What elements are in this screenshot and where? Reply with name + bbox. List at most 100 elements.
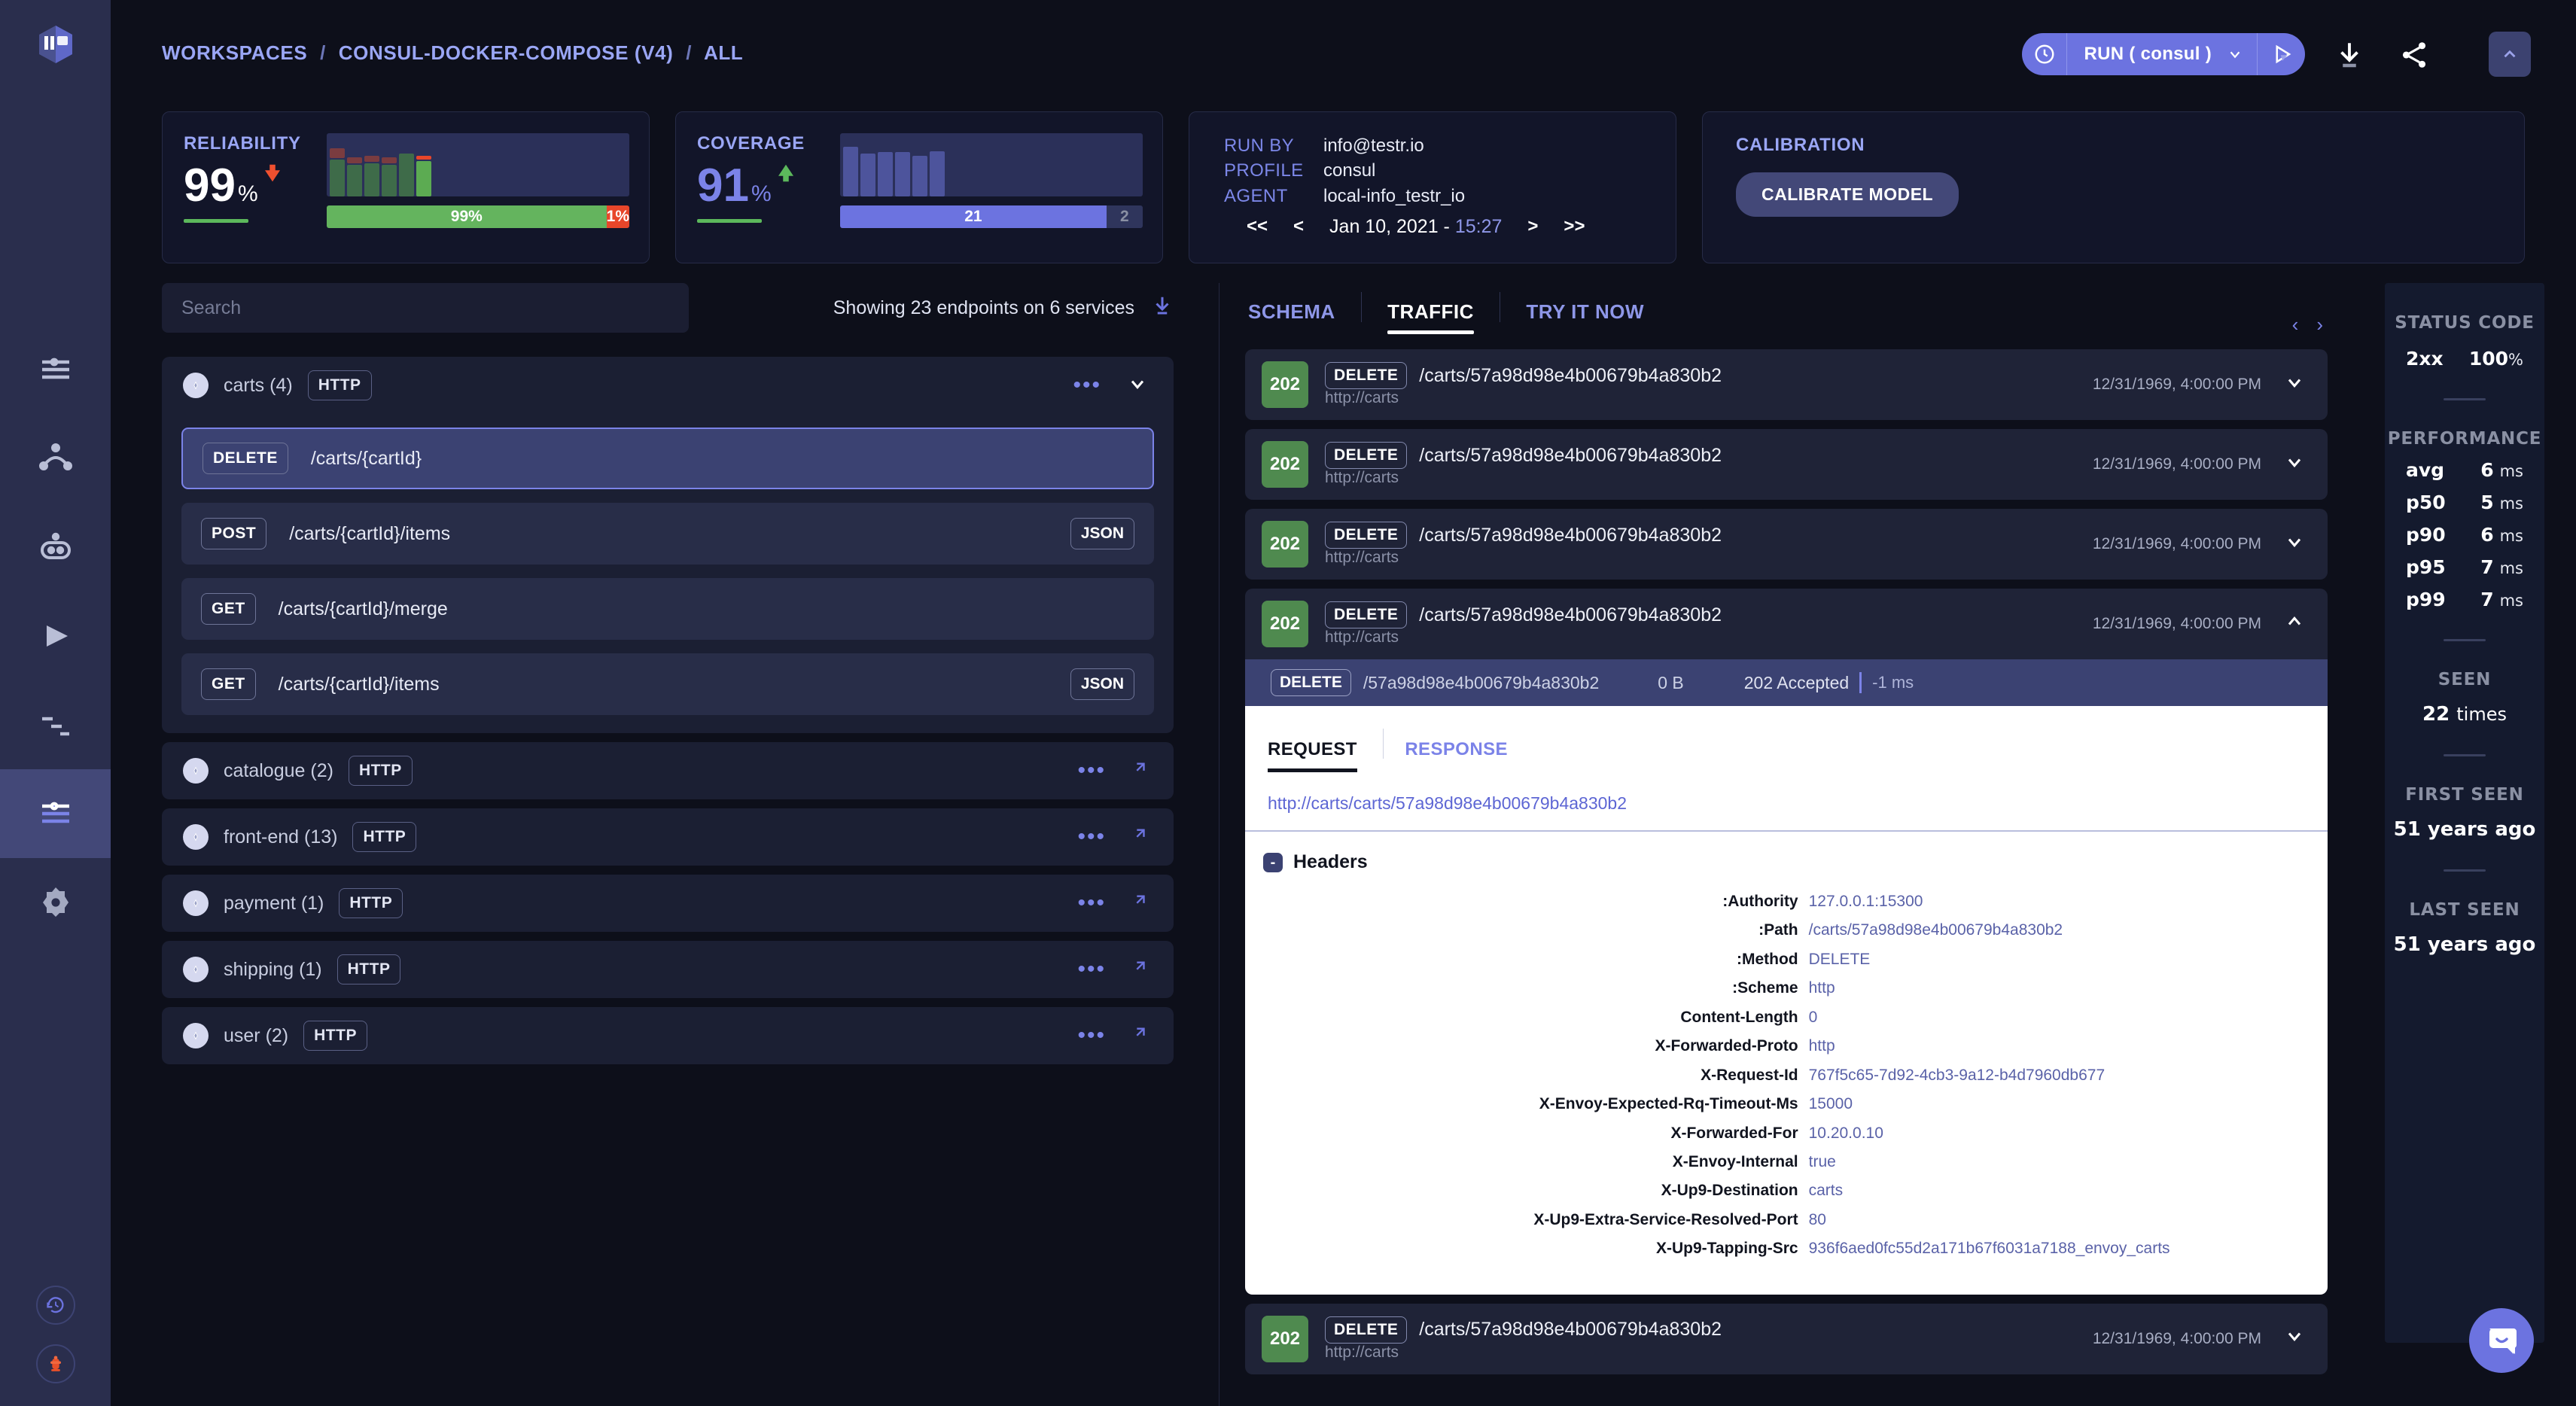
reliability-value: 99: [184, 160, 236, 212]
detail-tabs: REQUEST RESPONSE: [1245, 726, 2328, 772]
service-header[interactable]: user (2) HTTP •••: [162, 1007, 1174, 1064]
header-row: X-Envoy-Expected-Rq-Timeout-Ms 15000: [1247, 1091, 2326, 1118]
left-nav-rail: [0, 0, 111, 1406]
chevron-down-icon[interactable]: [2284, 1325, 2305, 1352]
download-icon[interactable]: [1151, 294, 1174, 322]
header-key: X-Up9-Destination: [1661, 1182, 1798, 1200]
clock-icon[interactable]: [2022, 33, 2068, 75]
service-header[interactable]: catalogue (2) HTTP •••: [162, 742, 1174, 799]
fire-hydrant-icon[interactable]: [35, 1344, 75, 1383]
status-badge: 202: [1262, 521, 1308, 568]
tab-request[interactable]: REQUEST: [1268, 739, 1383, 772]
breadcrumb-all[interactable]: ALL: [704, 41, 743, 64]
endpoint-row[interactable]: DELETE/carts/{cartId}: [181, 428, 1154, 489]
sparkline-bar-base: [878, 152, 893, 196]
summary-cards: RELIABILITY 99 % 99% 1% COVERAGE 91 % 21…: [111, 111, 2576, 263]
chevron-down-icon[interactable]: [2284, 531, 2305, 558]
sidebar-item-flow[interactable]: [0, 680, 111, 769]
service-header[interactable]: carts (4) HTTP •••: [162, 357, 1174, 414]
nav-prev-button[interactable]: <: [1293, 216, 1304, 237]
performance-value-group: 6 ms: [2480, 459, 2523, 481]
status-badge: 202: [1262, 1315, 1308, 1362]
sparkline-bar: [895, 133, 910, 196]
traffic-row-right: 12/31/1969, 4:00:00 PM: [2093, 1325, 2305, 1352]
expand-icon[interactable]: [1131, 1026, 1148, 1046]
headers-section-header[interactable]: - Headers: [1245, 832, 2328, 887]
sidebar-item-topology[interactable]: [0, 414, 111, 503]
endpoint-row[interactable]: GET/carts/{cartId}/merge: [181, 578, 1154, 640]
history-icon[interactable]: [35, 1286, 75, 1325]
nav-next-button[interactable]: >: [1527, 216, 1538, 237]
performance-value-group: 7 ms: [2480, 589, 2523, 610]
sidebar-item-settings[interactable]: [0, 858, 111, 947]
sidebar-item-play[interactable]: [0, 592, 111, 680]
traffic-row-header[interactable]: 202 DELETE/carts/57a98d98e4b00679b4a830b2…: [1245, 1304, 2328, 1374]
chevron-down-icon[interactable]: [2227, 33, 2257, 75]
summary-size: 0 B: [1658, 672, 1684, 692]
status-code-value-group: 100%: [2468, 348, 2523, 370]
chevron-down-icon[interactable]: [2284, 452, 2305, 478]
headers-table: :Authority 127.0.0.1:15300:Path/carts/57a…: [1245, 887, 2328, 1264]
nav-last-button[interactable]: >>: [1564, 216, 1585, 237]
status-code-title: STATUS CODE: [2395, 313, 2535, 333]
tab-schema[interactable]: SCHEMA: [1245, 300, 1361, 333]
breadcrumb-workspace-name[interactable]: CONSUL-DOCKER-COMPOSE (V4): [339, 41, 674, 64]
expand-icon[interactable]: [1131, 893, 1148, 914]
download-icon[interactable]: [2334, 39, 2365, 71]
service-protocol-badge: HTTP: [307, 370, 372, 400]
chevron-down-icon[interactable]: [2284, 372, 2305, 398]
share-icon[interactable]: [2398, 39, 2430, 71]
performance-value-group: 7 ms: [2480, 556, 2523, 578]
performance-row: p95 7 ms: [2385, 556, 2544, 578]
header-row: X-Request-Id 767f5c65-7d92-4cb3-9a12-b4d7…: [1247, 1062, 2326, 1089]
tab-traffic[interactable]: TRAFFIC: [1362, 300, 1500, 334]
expand-icon[interactable]: [1131, 960, 1148, 980]
sidebar-item-list[interactable]: [0, 325, 111, 414]
service-header[interactable]: front-end (13) HTTP •••: [162, 808, 1174, 866]
chevron-down-icon[interactable]: [1127, 373, 1148, 398]
divider: [2444, 754, 2486, 756]
traffic-row-header[interactable]: 202 DELETE/carts/57a98d98e4b00679b4a830b2…: [1245, 509, 2328, 580]
nav-first-button[interactable]: <<: [1247, 216, 1268, 237]
request-url[interactable]: http://carts/carts/57a98d98e4b00679b4a83…: [1245, 768, 2328, 832]
seen-value-group: 22 times: [2422, 703, 2507, 726]
agent-value: local-info_testr_io: [1323, 185, 1466, 206]
endpoint-row[interactable]: GET/carts/{cartId}/items JSON: [181, 653, 1154, 715]
breadcrumb-workspaces[interactable]: WORKSPACES: [162, 41, 307, 64]
sparkline-bar-top: [364, 155, 379, 163]
traffic-row-header[interactable]: 202 DELETE/carts/57a98d98e4b00679b4a830b2…: [1245, 349, 2328, 420]
tab-response[interactable]: RESPONSE: [1405, 739, 1530, 768]
service-card: payment (1) HTTP •••: [162, 875, 1174, 932]
traffic-path: /carts/57a98d98e4b00679b4a830b2: [1419, 524, 1722, 546]
chat-bubble-icon[interactable]: [2469, 1308, 2534, 1373]
service-header[interactable]: payment (1) HTTP •••: [162, 875, 1174, 932]
run-button-label[interactable]: RUN ( consul ): [2067, 33, 2227, 75]
sidebar-item-endpoints[interactable]: [0, 769, 111, 858]
traffic-host: http://carts: [1325, 1343, 1399, 1361]
sidebar-item-service-map[interactable]: [0, 503, 111, 592]
pager-next-icon[interactable]: ›: [2316, 313, 2323, 336]
play-icon[interactable]: [2257, 33, 2305, 75]
chevron-up-icon[interactable]: [2489, 32, 2531, 77]
header-key: X-Up9-Extra-Service-Resolved-Port: [1533, 1210, 1798, 1228]
performance-key: p90: [2406, 524, 2446, 546]
traffic-row-header[interactable]: 202 DELETE/carts/57a98d98e4b00679b4a830b2…: [1245, 589, 2328, 659]
endpoint-row[interactable]: POST/carts/{cartId}/items JSON: [181, 503, 1154, 565]
calibrate-model-button[interactable]: CALIBRATE MODEL: [1736, 172, 1959, 217]
status-badge: 202: [1262, 441, 1308, 488]
traffic-row-header[interactable]: 202 DELETE/carts/57a98d98e4b00679b4a830b2…: [1245, 429, 2328, 500]
expand-icon[interactable]: [1131, 827, 1148, 848]
expand-icon[interactable]: [1131, 761, 1148, 781]
collapse-toggle-icon[interactable]: -: [1263, 852, 1283, 872]
chevron-up-icon[interactable]: [2284, 611, 2305, 638]
summary-path: /57a98d98e4b00679b4a830b2: [1363, 672, 1600, 692]
run-button-group[interactable]: RUN ( consul ): [2022, 33, 2305, 75]
tab-try-it-now[interactable]: TRY IT NOW: [1500, 300, 1670, 333]
pager-prev-icon[interactable]: ‹: [2292, 313, 2299, 336]
breadcrumb-separator-2: /: [686, 41, 693, 64]
service-header[interactable]: shipping (1) HTTP •••: [162, 941, 1174, 998]
header-key: X-Forwarded-For: [1670, 1124, 1798, 1142]
up9-cube-logo[interactable]: [32, 21, 80, 69]
sparkline-bar-top: [347, 157, 362, 163]
search-input[interactable]: [162, 283, 689, 333]
